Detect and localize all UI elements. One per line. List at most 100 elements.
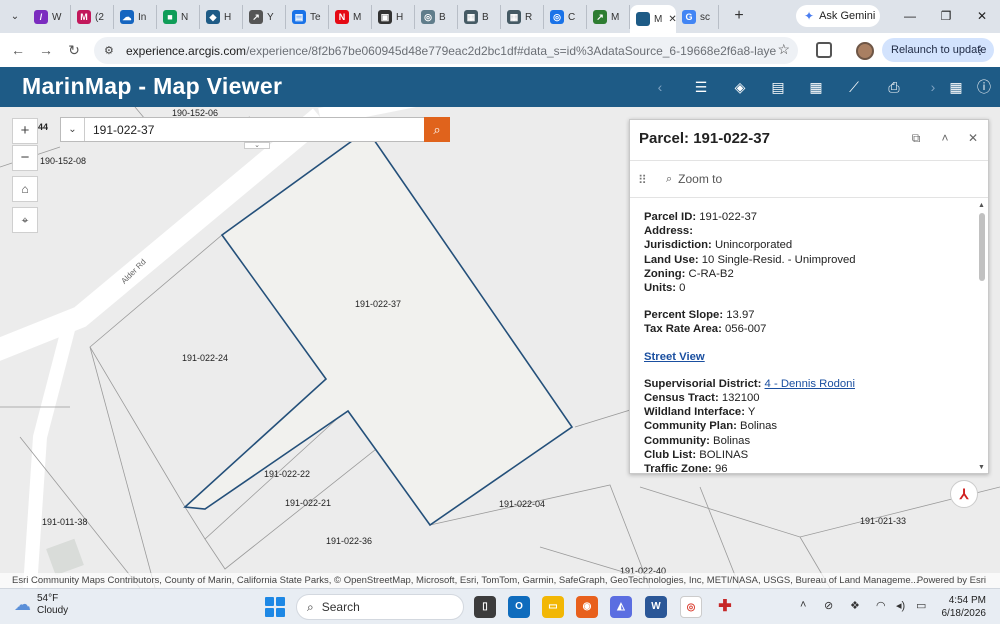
field-value: Bolinas bbox=[713, 434, 751, 447]
road-shape bbox=[318, 107, 416, 126]
widgets-grid-icon[interactable]: ▦ bbox=[804, 76, 828, 98]
collapse-handle[interactable]: ⌄ bbox=[244, 142, 270, 149]
url-text[interactable]: experience.arcgis.com/experience/8f2b67b… bbox=[126, 44, 776, 58]
field-value: 132100 bbox=[721, 392, 760, 405]
browser-tab[interactable]: Gsc bbox=[676, 5, 719, 29]
browser-tab[interactable]: ◎ C bbox=[544, 5, 587, 29]
site-info-icon[interactable]: ⚙ bbox=[104, 44, 118, 57]
popup-field-row: Land Use: 10 Single-Resid. - Unimproved bbox=[644, 253, 974, 267]
tray-chevron-icon[interactable]: ˄ bbox=[800, 599, 806, 611]
browser-tab[interactable]: ■ N bbox=[157, 5, 200, 29]
app-launcher-icon[interactable]: ◭ bbox=[610, 596, 632, 618]
clock-time: 4:54 PM bbox=[948, 595, 986, 606]
popup-field-row: Units: 0 bbox=[644, 281, 974, 295]
task-view-icon[interactable]: ▯ bbox=[474, 596, 496, 618]
scroll-up-arrow[interactable]: ▲ bbox=[978, 202, 985, 209]
popup-field-row: Jurisdiction: Unincorporated bbox=[644, 238, 974, 252]
tab-favicon-icon: ▤ bbox=[292, 10, 306, 24]
actions-grid-icon[interactable]: ⠿ bbox=[638, 173, 647, 187]
new-tab-button[interactable]: + bbox=[729, 6, 749, 26]
relaunch-to-update-button[interactable]: Relaunch to update ⋮ bbox=[882, 38, 994, 62]
browser-tab[interactable]: ↗ M bbox=[587, 5, 630, 29]
puzzle-app-icon[interactable]: ✚ bbox=[714, 596, 736, 618]
measure-icon[interactable]: ⟋ bbox=[842, 76, 866, 98]
search-input[interactable]: 191-022-37 bbox=[85, 123, 425, 137]
back-arrow-icon[interactable]: ← bbox=[8, 40, 28, 60]
browser-tab[interactable]: / W bbox=[28, 5, 71, 29]
close-window-button[interactable]: ✕ bbox=[972, 6, 992, 26]
popup-field-row: Census Tract: 132100 bbox=[644, 391, 974, 405]
forward-arrow-icon[interactable]: → bbox=[36, 40, 56, 60]
popup-field-row: Traffic Zone: 96 bbox=[644, 462, 974, 476]
browser-tab[interactable]: ▣ H bbox=[372, 5, 415, 29]
print-icon[interactable]: ⎙ bbox=[882, 76, 906, 98]
zoom-to-button[interactable]: ⌕ Zoom to bbox=[666, 172, 722, 186]
file-explorer-icon[interactable]: ▭ bbox=[542, 596, 564, 618]
locate-icon[interactable]: ⌖ bbox=[12, 207, 38, 233]
close-icon[interactable]: ✕ bbox=[965, 131, 981, 145]
profile-avatar[interactable] bbox=[856, 42, 874, 60]
info-icon[interactable]: ⓘ bbox=[972, 76, 996, 98]
layers-icon[interactable]: ◈ bbox=[728, 76, 752, 98]
browser-tab[interactable]: ☁ In bbox=[114, 5, 157, 29]
dropbox-icon[interactable]: ❖ bbox=[850, 599, 860, 612]
field-label: Wildland Interface: bbox=[644, 406, 745, 419]
home-icon[interactable]: ⌂ bbox=[12, 176, 38, 202]
browser-tab[interactable]: M ✕ bbox=[630, 5, 676, 33]
zoom-out-button[interactable]: − bbox=[12, 145, 38, 171]
search-source-dropdown[interactable]: ⌄ bbox=[61, 118, 85, 141]
tab-favicon-icon: G bbox=[682, 10, 696, 24]
tray-cloud-off-icon[interactable]: ⊘ bbox=[824, 599, 833, 612]
chrome-icon[interactable]: ◎ bbox=[680, 596, 702, 618]
chevron-right-icon[interactable]: › bbox=[921, 76, 945, 98]
browser-tab[interactable]: ▦ R bbox=[501, 5, 544, 29]
reload-icon[interactable]: ↻ bbox=[64, 40, 84, 60]
volume-icon[interactable]: ◂) bbox=[896, 599, 905, 612]
tab-label: M bbox=[611, 11, 620, 23]
browser-tab[interactable]: ◆ H bbox=[200, 5, 243, 29]
address-bar[interactable]: ⚙ experience.arcgis.com/experience/8f2b6… bbox=[94, 37, 798, 64]
popup-field-row: Percent Slope: 13.97 bbox=[644, 308, 974, 322]
browser-tab[interactable]: ◎ B bbox=[415, 5, 458, 29]
bookmark-star-icon[interactable]: ☆ bbox=[777, 41, 790, 58]
popup-field-row: Tax Rate Area: 056-007 bbox=[644, 322, 974, 336]
table-icon[interactable]: ▦ bbox=[944, 76, 968, 98]
browser-tab[interactable]: NM bbox=[329, 5, 372, 29]
browser-tab[interactable]: M (2 bbox=[71, 5, 114, 29]
firefox-icon[interactable]: ◉ bbox=[576, 596, 598, 618]
ask-gemini-button[interactable]: ✦ Ask Gemini bbox=[796, 5, 880, 27]
dock-icon[interactable]: ⧉ bbox=[908, 131, 924, 146]
building-footprint bbox=[46, 538, 84, 576]
powered-by-esri[interactable]: Powered by Esri bbox=[917, 573, 986, 588]
query-icon[interactable]: ▤ bbox=[766, 76, 790, 98]
collapse-chevron-icon[interactable]: ˄ bbox=[937, 131, 953, 145]
scroll-down-arrow[interactable]: ▼ bbox=[978, 464, 985, 471]
browser-tab[interactable]: ▦ B bbox=[458, 5, 501, 29]
search-button[interactable]: ⌕ bbox=[424, 117, 450, 142]
word-icon[interactable]: W bbox=[645, 596, 667, 618]
browser-tab[interactable]: ↗ Y bbox=[243, 5, 286, 29]
popup-scrollbar-thumb[interactable] bbox=[979, 213, 985, 281]
maximize-button[interactable]: ❐ bbox=[936, 6, 956, 26]
zoom-in-button[interactable]: + bbox=[12, 118, 38, 144]
battery-icon[interactable]: ▭ bbox=[916, 599, 926, 612]
taskbar-clock[interactable]: 4:54 PM 6/18/2026 bbox=[940, 594, 987, 620]
weather-widget[interactable]: ☁ 54°F Cloudy bbox=[14, 593, 68, 617]
browser-tab[interactable]: ▤ Te bbox=[286, 5, 329, 29]
more-menu-icon[interactable]: ⋮ bbox=[974, 43, 986, 57]
field-value[interactable]: 4 - Dennis Rodoni bbox=[765, 378, 855, 390]
layer-list-icon[interactable]: ☰ bbox=[689, 76, 713, 98]
taskbar-search[interactable]: ⌕ Search bbox=[296, 594, 464, 620]
street-view-link[interactable]: Street View bbox=[644, 351, 705, 363]
windows-start-icon[interactable] bbox=[265, 597, 285, 617]
minimize-button[interactable]: — bbox=[900, 6, 920, 26]
pdf-export-icon[interactable]: ⅄ bbox=[950, 480, 978, 508]
weather-condition: Cloudy bbox=[37, 605, 69, 616]
close-tab-icon[interactable]: ✕ bbox=[668, 14, 676, 25]
extensions-icon[interactable] bbox=[816, 42, 832, 58]
wifi-icon[interactable]: ◠ bbox=[876, 599, 886, 612]
tab-label: Te bbox=[310, 11, 321, 23]
tab-search-icon[interactable]: ⌄ bbox=[4, 6, 26, 28]
chevron-left-icon[interactable]: ‹ bbox=[648, 76, 672, 98]
outlook-icon[interactable]: O bbox=[508, 596, 530, 618]
